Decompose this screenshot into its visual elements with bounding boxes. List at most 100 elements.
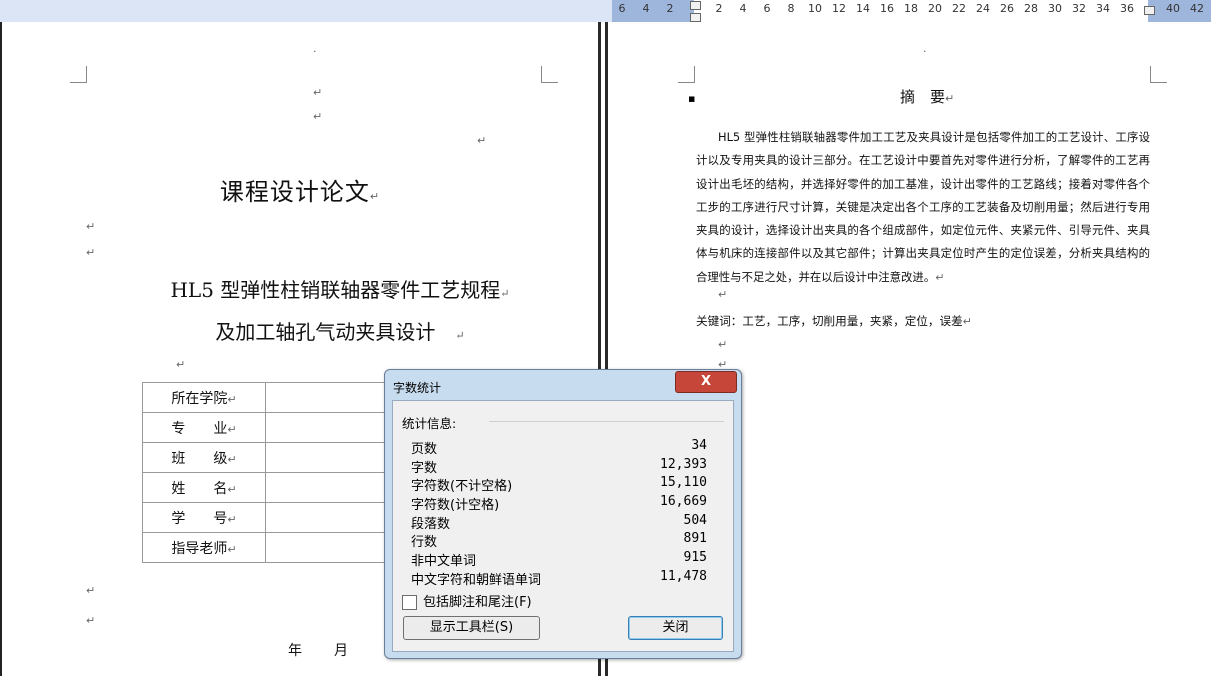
ruler-tick: 4	[642, 2, 650, 15]
table-row: 姓 名↵	[142, 472, 397, 503]
stat-value: 11,478	[660, 569, 707, 584]
paragraph-mark: .	[313, 42, 317, 55]
table-label-cell[interactable]: 指导老师↵	[142, 532, 266, 563]
table-label: 所在学院	[171, 390, 228, 407]
ruler-tick: 14	[856, 2, 870, 15]
footnotes-checkbox[interactable]	[402, 595, 417, 610]
group-separator	[489, 421, 724, 422]
stat-value: 34	[691, 438, 707, 453]
stat-row-lines: 行数 891	[411, 531, 707, 550]
stat-label: 字符数(计空格)	[411, 498, 500, 513]
stat-value: 891	[683, 531, 707, 546]
show-toolbar-button[interactable]: 显示工具栏(S)	[403, 616, 540, 640]
keywords-line[interactable]: 关键词：工艺，工序，切削用量，夹紧，定位，误差↵	[696, 313, 972, 329]
ruler-tick: 18	[904, 2, 918, 15]
ruler-tick: 34	[1096, 2, 1110, 15]
stat-label: 段落数	[411, 517, 451, 532]
dialog-title: 字数统计	[393, 381, 442, 395]
table-label-cell[interactable]: 所在学院↵	[142, 382, 266, 413]
table-label-cell[interactable]: 专 业↵	[142, 412, 266, 443]
ruler-tick: 4	[739, 2, 747, 15]
ruler-tick: 28	[1024, 2, 1038, 15]
margin-corner-mark	[1150, 66, 1167, 83]
year-label: 年	[288, 643, 302, 659]
right-indent-marker[interactable]	[1144, 6, 1155, 15]
ruler-tick: 2	[666, 2, 674, 15]
ruler-tick: 8	[787, 2, 795, 15]
cover-subtitle-line1: HL5 型弹性柱销联轴器零件工艺规程↵	[0, 274, 680, 303]
stat-value: 16,669	[660, 494, 707, 509]
keywords-text: 关键词：工艺，工序，切削用量，夹紧，定位，误差	[696, 314, 963, 328]
table-row: 专 业↵	[142, 412, 397, 443]
stat-row-non-chinese-words: 非中文单词 915	[411, 550, 707, 569]
ruler-strip[interactable]: 6 4 2 2 4 6 8 10 12 14 16 18 20 22 24 26…	[612, 0, 1211, 23]
table-value-cell[interactable]	[265, 532, 397, 563]
table-value-cell[interactable]	[265, 502, 397, 533]
first-line-indent-marker[interactable]	[690, 1, 701, 10]
close-button[interactable]: 关闭	[628, 616, 723, 640]
paragraph-mark: ↵	[176, 358, 186, 371]
footnotes-checkbox-label[interactable]: 包括脚注和尾注(F)	[423, 595, 532, 610]
stat-label: 字数	[411, 461, 438, 476]
table-row: 班 级↵	[142, 442, 397, 473]
ruler-tick: 20	[928, 2, 942, 15]
paragraph-mark: ↵	[227, 482, 237, 496]
ruler-tick: 26	[1000, 2, 1014, 15]
bullet-mark: ▪	[688, 92, 696, 105]
paragraph-mark: ↵	[718, 338, 728, 351]
table-label-cell[interactable]: 学 号↵	[142, 502, 266, 533]
table-value-cell[interactable]	[265, 442, 397, 473]
paragraph-mark: ↵	[500, 287, 510, 300]
ruler-tick: 22	[952, 2, 966, 15]
stat-label: 行数	[411, 535, 438, 550]
margin-corner-mark	[678, 66, 695, 83]
table-label: 学 号	[171, 510, 228, 527]
paragraph-mark: ↵	[227, 542, 237, 556]
student-info-table: 所在学院↵ 专 业↵ 班 级↵ 姓 名↵ 学 号↵ 指导老师↵	[142, 382, 397, 563]
abstract-body-text: HL5 型弹性柱销联轴器零件加工工艺及夹具设计是包括零件加工的工艺设计、工序设计…	[696, 130, 1150, 284]
horizontal-ruler[interactable]: 6 4 2 2 4 6 8 10 12 14 16 18 20 22 24 26…	[0, 0, 1211, 23]
ruler-tick: 6	[618, 2, 626, 15]
page-edge	[0, 22, 2, 676]
paragraph-mark: ↵	[313, 86, 323, 99]
margin-corner-mark	[541, 66, 558, 83]
footnotes-checkbox-row[interactable]: 包括脚注和尾注(F)	[402, 591, 532, 610]
left-indent-marker[interactable]	[690, 13, 701, 22]
ruler-tick: 32	[1072, 2, 1086, 15]
table-label: 指导老师	[171, 540, 228, 557]
table-value-cell[interactable]	[265, 382, 397, 413]
statistics-group-label: 统计信息:	[402, 416, 457, 431]
stat-label: 非中文单词	[411, 554, 477, 569]
stat-value: 15,110	[660, 475, 707, 490]
ruler-tick: 42	[1190, 2, 1204, 15]
table-label: 姓 名	[171, 480, 228, 497]
ruler-tick: 12	[832, 2, 846, 15]
paragraph-mark: ↵	[86, 220, 96, 233]
table-row: 学 号↵	[142, 502, 397, 533]
subtitle-line2-text: 及加工轴孔气动夹具设计	[215, 320, 436, 344]
paragraph-mark: ↵	[86, 246, 96, 259]
table-value-cell[interactable]	[265, 412, 397, 443]
paragraph-mark: ↵	[313, 110, 323, 123]
stat-row-pages: 页数 34	[411, 438, 707, 457]
stat-row-chars-with-spaces: 字符数(计空格) 16,669	[411, 494, 707, 513]
ruler-tick: 40	[1166, 2, 1180, 15]
cover-title: 课程设计论文↵	[0, 172, 600, 207]
ruler-tick: 24	[976, 2, 990, 15]
paragraph-mark: ↵	[227, 392, 237, 406]
table-label-cell[interactable]: 姓 名↵	[142, 472, 266, 503]
ruler-tick: 10	[808, 2, 822, 15]
paragraph-mark: ↵	[455, 329, 465, 342]
abstract-body[interactable]: HL5 型弹性柱销联轴器零件加工工艺及夹具设计是包括零件加工的工艺设计、工序设计…	[696, 126, 1150, 289]
stat-row-cjk-words: 中文字符和朝鲜语单词 11,478	[411, 569, 707, 588]
table-label-cell[interactable]: 班 级↵	[142, 442, 266, 473]
dialog-close-button[interactable]: X	[675, 371, 737, 393]
table-row: 指导老师↵	[142, 532, 397, 563]
stat-label: 字符数(不计空格)	[411, 479, 513, 494]
table-label: 班 级	[171, 450, 228, 467]
paragraph-mark: .	[923, 42, 927, 55]
table-value-cell[interactable]	[265, 472, 397, 503]
paragraph-mark: ↵	[227, 452, 237, 466]
paragraph-mark: ↵	[227, 512, 237, 526]
paragraph-mark: ↵	[945, 92, 955, 105]
